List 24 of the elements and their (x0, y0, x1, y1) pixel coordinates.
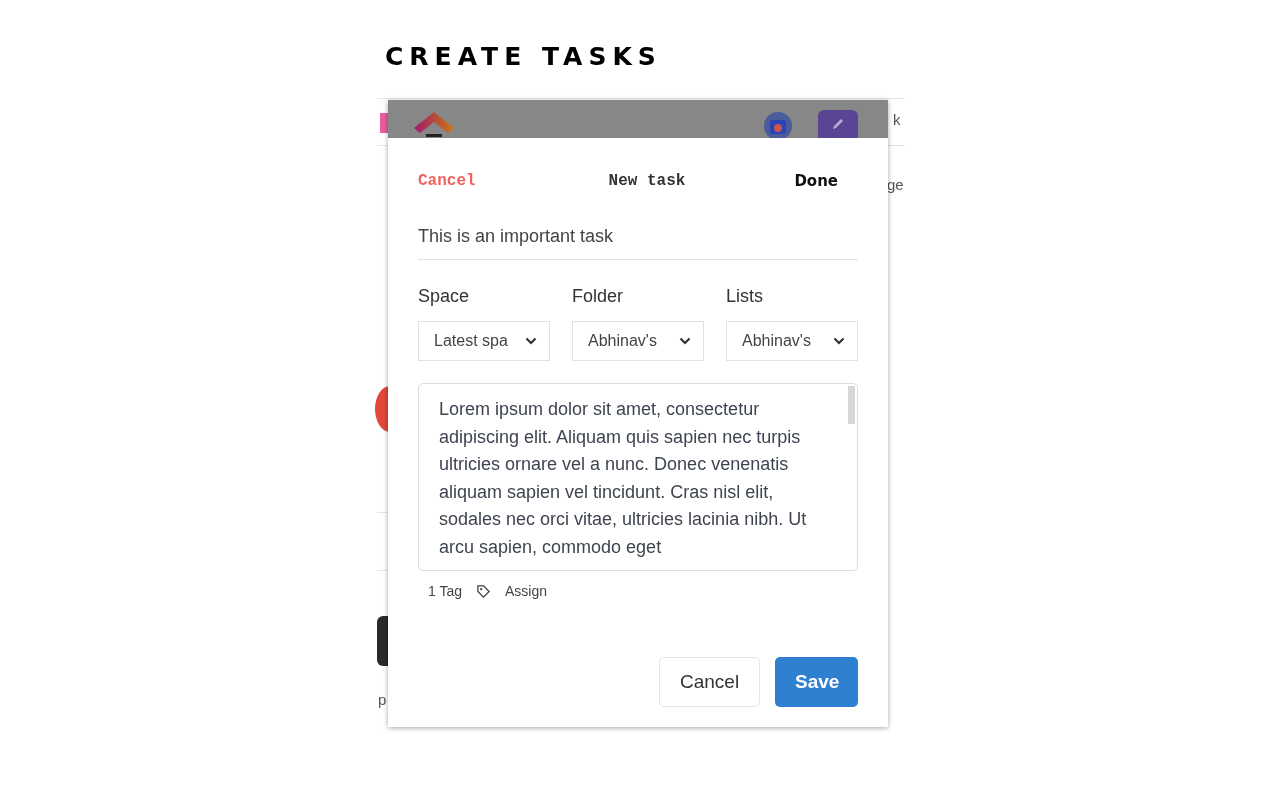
dropdown[interactable]: Abhinav's (572, 321, 704, 361)
background-text: ge (887, 176, 904, 193)
dropdown[interactable]: Abhinav's (726, 321, 858, 361)
save-button[interactable]: Save (775, 657, 858, 707)
field-label: Space (418, 286, 471, 307)
chevron-down-icon (833, 337, 845, 345)
background-text: p (378, 691, 387, 708)
chevron-down-icon (679, 337, 691, 345)
cancel-button[interactable]: Cancel (659, 657, 760, 707)
dropdown[interactable]: Latest spa (418, 321, 550, 361)
description-field[interactable]: Lorem ipsum dolor sit amet, consectetur adipiscing elit. Aliquam quis sapien nec turpis ultricies ornare vel a nunc. Donec venenatis aliquam sapien vel tincidunt. Cras nisl elit, sodales nec orci vitae, ultricies lacinia nibh. Ut arcu sapien, commodo eget (418, 383, 858, 571)
field-label: Lists (726, 286, 764, 307)
page-heading: CREATE TASKS (385, 41, 663, 73)
assign-link[interactable]: Assign (505, 583, 548, 599)
chevron-down-icon (525, 337, 537, 345)
done-link[interactable]: Done (794, 172, 838, 190)
scrollbar[interactable] (848, 386, 855, 424)
pencil-icon (830, 116, 846, 132)
dialog-title: New task (608, 172, 686, 190)
background-text: k (893, 111, 901, 128)
tag-count: 1 Tag (428, 583, 462, 599)
edit-button[interactable] (818, 110, 858, 138)
tag-icon[interactable] (476, 583, 491, 599)
field-label: Folder (572, 286, 625, 307)
